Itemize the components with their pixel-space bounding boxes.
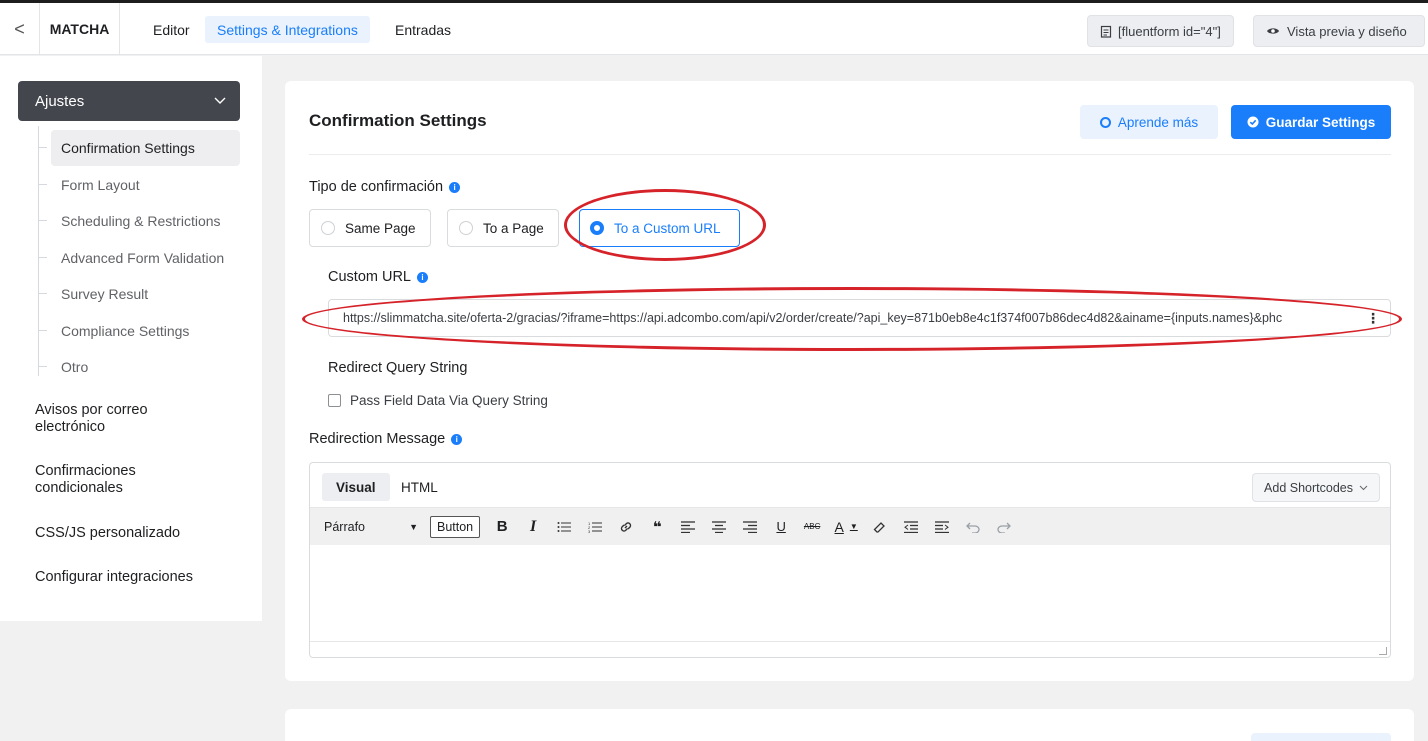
sidebar-item-confirmation-settings[interactable]: Confirmation Settings: [39, 130, 240, 166]
editor-tabs: Visual HTML Add Shortcodes: [310, 463, 1390, 507]
save-settings-button[interactable]: Guardar Settings: [1231, 105, 1391, 139]
check-circle-icon: [1247, 116, 1259, 128]
editor-content-area[interactable]: [310, 545, 1390, 641]
sidebar-item-compliance[interactable]: Compliance Settings: [39, 313, 240, 349]
nav-editor[interactable]: Editor: [141, 16, 202, 43]
clipboard-icon: [1100, 25, 1112, 38]
confirmation-type-text: Tipo de confirmación: [309, 179, 444, 195]
format-select[interactable]: Párrafo ▼: [316, 516, 426, 538]
caret-down-icon: ▼: [409, 521, 418, 532]
underline-icon[interactable]: U: [769, 515, 793, 539]
add-shortcodes-label: Add Shortcodes: [1264, 480, 1353, 495]
tab-visual[interactable]: Visual: [322, 473, 390, 501]
chevron-down-icon: [214, 97, 226, 104]
sidebar-link-integrations[interactable]: Configurar integraciones: [35, 569, 235, 586]
custom-url-text: Custom URL: [328, 269, 411, 285]
confirmation-type-label: Tipo de confirmación i: [309, 179, 461, 195]
undo-icon[interactable]: [961, 515, 985, 539]
page-title: Confirmation Settings: [309, 111, 487, 130]
settings-sidebar: Ajustes Confirmation Settings Form Layou…: [0, 56, 262, 621]
clear-formatting-icon[interactable]: [868, 515, 892, 539]
radio-circle-checked: [590, 221, 604, 235]
info-circle-icon: [1099, 116, 1111, 128]
more-vertical-icon[interactable]: ⋮: [1366, 310, 1380, 326]
bullet-list-icon[interactable]: [552, 515, 576, 539]
sidebar-group-ajustes[interactable]: Ajustes: [18, 81, 240, 121]
info-icon[interactable]: i: [451, 433, 463, 445]
learn-more-label: Aprende más: [1117, 114, 1199, 130]
sidebar-item-otro[interactable]: Otro: [39, 349, 240, 385]
back-button[interactable]: <: [0, 3, 40, 55]
chevron-left-icon: <: [14, 18, 25, 39]
add-shortcodes-button[interactable]: Add Shortcodes: [1252, 473, 1380, 502]
text-color-icon[interactable]: A ▼: [831, 515, 861, 539]
pass-field-data-label: Pass Field Data Via Query String: [350, 393, 548, 408]
preview-design-button[interactable]: Vista previa y diseño: [1253, 15, 1425, 47]
numbered-list-icon[interactable]: 123: [583, 515, 607, 539]
resize-handle-icon[interactable]: [1379, 647, 1387, 655]
radio-label: Same Page: [345, 220, 416, 236]
info-icon[interactable]: i: [449, 181, 461, 193]
sidebar-item-form-layout[interactable]: Form Layout: [39, 167, 240, 203]
shortcode-text: [fluentform id="4"]: [1118, 23, 1221, 39]
nav-settings-integrations[interactable]: Settings & Integrations: [205, 16, 370, 43]
format-select-value: Párrafo: [324, 519, 365, 534]
outdent-icon[interactable]: [899, 515, 923, 539]
confirmation-settings-card: Confirmation Settings Aprende más Guarda…: [285, 81, 1414, 681]
redirect-query-label: Redirect Query String: [328, 360, 467, 376]
header-divider: [309, 154, 1391, 155]
subtree-line: [38, 126, 39, 376]
radio-to-a-page[interactable]: To a Page: [447, 209, 559, 247]
radio-label: To a Page: [483, 220, 544, 236]
editor-toolbar: Párrafo ▼ Button B I 123 ❝ U ABC A ▼: [310, 507, 1390, 545]
redirect-query-text: Redirect Query String: [328, 360, 468, 376]
custom-url-input[interactable]: https://slimmatcha.site/oferta-2/gracias…: [328, 299, 1391, 337]
bold-icon[interactable]: B: [490, 515, 514, 539]
radio-to-custom-url[interactable]: To a Custom URL: [579, 209, 740, 247]
pass-field-data-checkbox-row[interactable]: Pass Field Data Via Query String: [328, 393, 548, 408]
redirection-message-text: Redirection Message: [309, 431, 446, 447]
svg-text:3: 3: [588, 529, 591, 533]
radio-label: To a Custom URL: [614, 220, 721, 236]
radio-circle: [321, 221, 335, 235]
sidebar-group-label: Ajustes: [35, 92, 85, 110]
editor-status-bar: [310, 641, 1390, 657]
eye-icon: [1267, 28, 1279, 34]
top-bar: < MATCHA Editor Settings & Integrations …: [0, 3, 1428, 55]
save-label: Guardar Settings: [1265, 114, 1376, 130]
form-name[interactable]: MATCHA: [40, 3, 120, 55]
custom-url-label: Custom URL i: [328, 269, 428, 285]
link-icon[interactable]: [614, 515, 638, 539]
sidebar-item-scheduling[interactable]: Scheduling & Restrictions: [39, 203, 240, 239]
strikethrough-icon[interactable]: ABC: [800, 515, 824, 539]
redo-icon[interactable]: [992, 515, 1016, 539]
next-card-button[interactable]: [1251, 733, 1391, 741]
tab-html[interactable]: HTML: [387, 473, 452, 501]
radio-circle: [459, 221, 473, 235]
preview-label: Vista previa y diseño: [1287, 23, 1407, 39]
custom-url-value: https://slimmatcha.site/oferta-2/gracias…: [343, 311, 1283, 325]
redirection-message-label: Redirection Message i: [309, 431, 463, 447]
align-center-icon[interactable]: [707, 515, 731, 539]
learn-more-button[interactable]: Aprende más: [1080, 105, 1218, 139]
sidebar-item-advanced-validation[interactable]: Advanced Form Validation: [39, 240, 240, 276]
blockquote-icon[interactable]: ❝: [645, 515, 669, 539]
redirection-message-editor: Visual HTML Add Shortcodes Párrafo ▼ But…: [309, 462, 1391, 658]
info-icon[interactable]: i: [417, 271, 428, 283]
sidebar-link-email-notifications[interactable]: Avisos por correo electrónico: [35, 402, 185, 436]
next-settings-card: [285, 709, 1414, 741]
italic-icon[interactable]: I: [521, 515, 545, 539]
sidebar-link-custom-css-js[interactable]: CSS/JS personalizado: [35, 525, 235, 542]
chevron-down-icon: [1359, 485, 1368, 490]
toolbar-button-button[interactable]: Button: [430, 515, 481, 538]
indent-icon[interactable]: [930, 515, 954, 539]
pass-field-data-checkbox[interactable]: [328, 394, 341, 407]
sidebar-item-survey-result[interactable]: Survey Result: [39, 276, 240, 312]
nav-entradas[interactable]: Entradas: [383, 16, 463, 43]
align-right-icon[interactable]: [738, 515, 762, 539]
radio-same-page[interactable]: Same Page: [309, 209, 431, 247]
align-left-icon[interactable]: [676, 515, 700, 539]
shortcode-copy-button[interactable]: [fluentform id="4"]: [1087, 15, 1234, 47]
sidebar-link-conditional-confirmations[interactable]: Confirmaciones condicionales: [35, 463, 185, 497]
